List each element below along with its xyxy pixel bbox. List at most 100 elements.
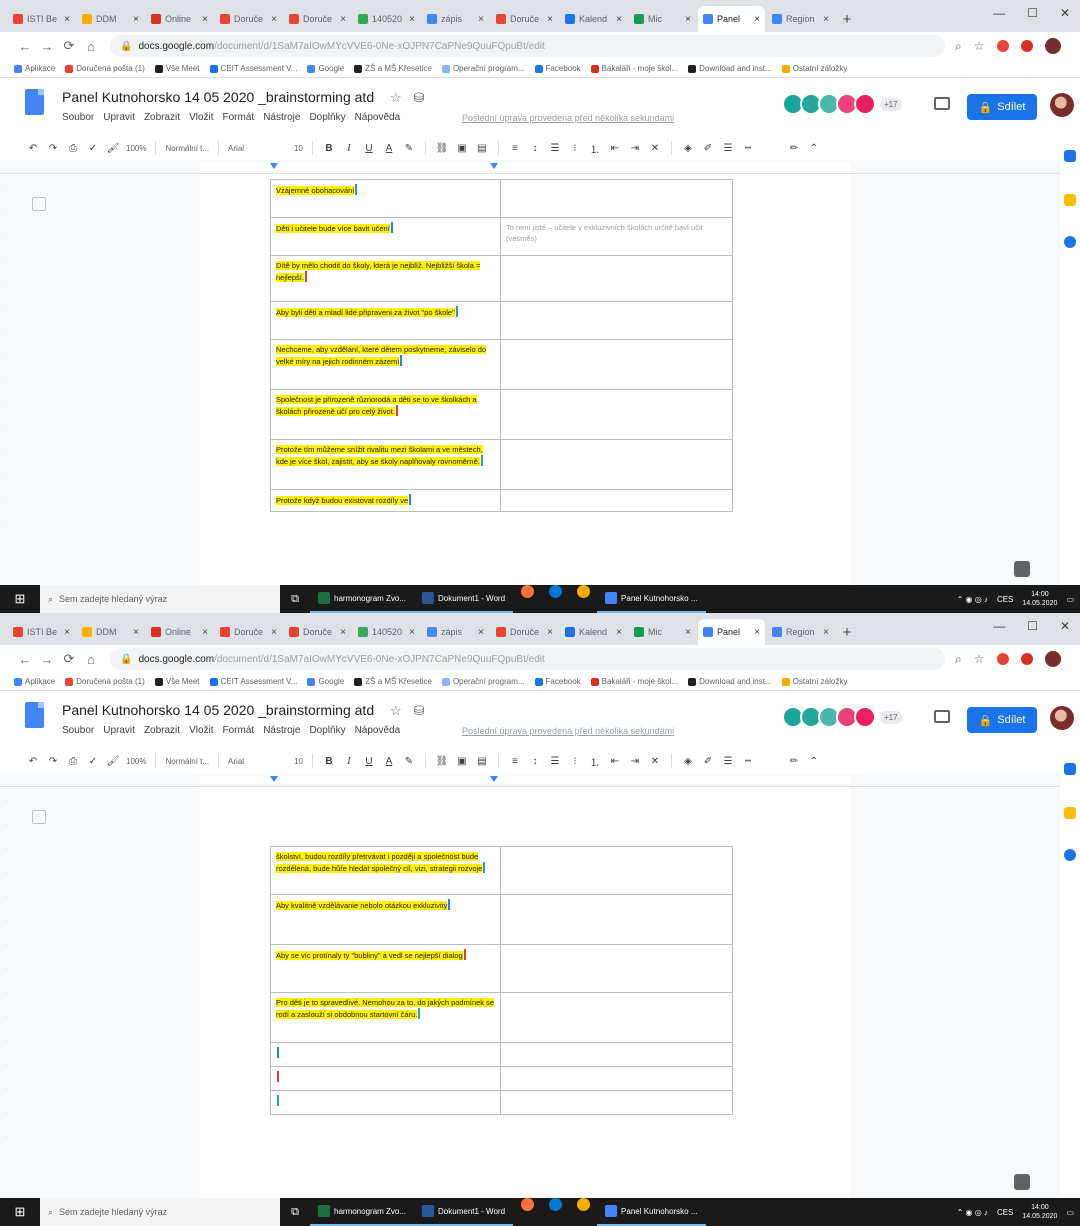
table-cell[interactable]: Vzájemné obohacování: [270, 179, 501, 218]
highlight-icon[interactable]: ✎: [402, 143, 416, 154]
line-spacing-icon[interactable]: ↕: [528, 143, 542, 154]
zoom-select[interactable]: 100%: [126, 757, 146, 766]
zoom-select[interactable]: 100%: [126, 144, 146, 153]
browser-tab[interactable]: Kalend ×: [560, 619, 627, 645]
table-cell[interactable]: [500, 339, 733, 390]
browser-tab[interactable]: Doruče ×: [284, 619, 351, 645]
right-indent-marker[interactable]: [490, 776, 498, 782]
table-cell[interactable]: Pro děti je to spravedlivé. Nemohou za t…: [270, 992, 501, 1043]
collapse-menu-icon[interactable]: ⌃: [807, 756, 821, 767]
taskbar-app[interactable]: Dokument1 - Word: [414, 1198, 514, 1226]
font-select[interactable]: Arial: [228, 144, 288, 153]
undo-icon[interactable]: ↶: [26, 143, 40, 154]
tab-close-icon[interactable]: ×: [616, 14, 622, 25]
numbered-list-icon[interactable]: ⒈: [588, 754, 602, 769]
more-collaborators-badge[interactable]: +17: [880, 710, 902, 724]
document-outline-icon[interactable]: [32, 810, 46, 824]
indent-increase-icon[interactable]: ⇥: [628, 143, 642, 154]
comment-add-icon[interactable]: ▣: [455, 756, 469, 767]
pinned-app[interactable]: [569, 585, 597, 613]
reload-icon[interactable]: ⟳: [58, 651, 80, 667]
bookmark-item[interactable]: Google: [307, 64, 344, 73]
collapse-menu-icon[interactable]: ⌃: [807, 143, 821, 154]
forward-icon[interactable]: →: [36, 652, 58, 667]
tab-close-icon[interactable]: ×: [64, 14, 70, 25]
home-icon[interactable]: ⌂: [80, 652, 102, 667]
table-cell[interactable]: Protože tím můžeme snížit rivalitu mezi …: [270, 439, 501, 490]
browser-tab[interactable]: Doruče ×: [215, 6, 282, 32]
border-dash-icon[interactable]: ┅: [741, 756, 755, 767]
clock[interactable]: 14:00 14.05.2020: [1022, 1203, 1057, 1221]
keep-icon[interactable]: [1064, 194, 1076, 206]
menu-item-2[interactable]: Upravit: [103, 112, 135, 123]
star-icon[interactable]: ☆: [390, 703, 402, 719]
spellcheck-icon[interactable]: ✓: [86, 143, 100, 154]
border-dash-icon[interactable]: ┅: [741, 143, 755, 154]
tab-close-icon[interactable]: ×: [685, 627, 691, 638]
menu-item-5[interactable]: Formát: [223, 725, 255, 736]
right-indent-marker[interactable]: [490, 163, 498, 169]
table-cell[interactable]: To není jisté – učitele v exkluzivních š…: [500, 217, 733, 256]
menu-item-1[interactable]: Soubor: [62, 725, 94, 736]
border-width-icon[interactable]: ☰: [721, 756, 735, 767]
home-icon[interactable]: ⌂: [80, 39, 102, 54]
collaborator-avatars[interactable]: +17: [782, 706, 902, 728]
print-icon[interactable]: ⎙: [66, 756, 80, 767]
table-cell[interactable]: školství, budou rozdíly přetrvávat i poz…: [270, 846, 501, 895]
document-title[interactable]: Panel Kutnohorsko 14 05 2020 _brainstorm…: [62, 702, 374, 718]
indent-decrease-icon[interactable]: ⇤: [608, 756, 622, 767]
browser-tab[interactable]: zápis ×: [422, 6, 489, 32]
browser-tab[interactable]: DDM ×: [77, 6, 144, 32]
browser-tab[interactable]: Kalend ×: [560, 6, 627, 32]
share-button[interactable]: 🔒 Sdílet: [967, 94, 1037, 120]
drive-status-icon[interactable]: ⛁: [414, 90, 425, 106]
bookmark-item[interactable]: Aplikace: [14, 64, 55, 73]
table-cell[interactable]: [270, 1066, 501, 1091]
line-spacing-icon[interactable]: ↕: [528, 756, 542, 767]
menu-item-1[interactable]: Soubor: [62, 112, 94, 123]
bookmark-item[interactable]: Google: [307, 677, 344, 686]
tab-close-icon[interactable]: ×: [547, 14, 553, 25]
zoom-icon[interactable]: ⌕: [955, 39, 962, 54]
tasks-icon[interactable]: [1064, 849, 1076, 861]
document-title[interactable]: Panel Kutnohorsko 14 05 2020 _brainstorm…: [62, 89, 374, 105]
table-cell[interactable]: [270, 1090, 501, 1115]
bookmark-item[interactable]: Aplikace: [14, 677, 55, 686]
tab-close-icon[interactable]: ×: [409, 627, 415, 638]
text-color-icon[interactable]: A: [382, 143, 396, 154]
menu-item-7[interactable]: Doplňky: [309, 112, 345, 123]
table-cell[interactable]: Společnost je přirozeně různorodá a děti…: [270, 389, 501, 440]
tab-close-icon[interactable]: ×: [478, 627, 484, 638]
align-icon[interactable]: ≡: [508, 143, 522, 154]
notification-icon[interactable]: ▭: [1066, 1208, 1074, 1217]
account-avatar[interactable]: [1050, 93, 1074, 117]
table-cell[interactable]: [500, 894, 733, 945]
taskbar-search-input[interactable]: ⌕ Sem zadejte hledaný výraz: [40, 585, 280, 613]
cell-fill-icon[interactable]: ◈: [681, 143, 695, 154]
table-cell[interactable]: Aby kvalitně vzdělávanie nebolo otázkou …: [270, 894, 501, 945]
bookmark-item[interactable]: Operační program...: [441, 64, 525, 73]
menu-item-7[interactable]: Doplňky: [309, 725, 345, 736]
font-size-select[interactable]: 10: [294, 144, 303, 153]
taskbar-app[interactable]: Panel Kutnohorsko ...: [597, 585, 706, 613]
tab-close-icon[interactable]: ×: [754, 14, 760, 25]
bookmark-item[interactable]: Bakaláři - moje škol...: [590, 677, 678, 686]
bookmark-item[interactable]: ZŠ a MŠ Křesetice: [354, 677, 432, 686]
collaborator-avatar[interactable]: [854, 706, 876, 728]
more-collaborators-badge[interactable]: +17: [880, 97, 902, 111]
account-avatar[interactable]: [1050, 706, 1074, 730]
url-input[interactable]: 🔒 docs.google.com /document/d/1SaM7aIOwM…: [110, 35, 945, 57]
tab-close-icon[interactable]: ×: [685, 14, 691, 25]
document-page[interactable]: školství, budou rozdíly přetrvávat i poz…: [200, 788, 850, 1198]
font-select[interactable]: Arial: [228, 757, 288, 766]
menu-item-5[interactable]: Formát: [223, 112, 255, 123]
collaborator-avatar[interactable]: [854, 93, 876, 115]
browser-tab[interactable]: ISTI Be ×: [8, 6, 75, 32]
extension-icon[interactable]: [996, 653, 1009, 665]
menu-item-8[interactable]: Nápověda: [355, 725, 401, 736]
docs-logo-icon[interactable]: [25, 89, 44, 115]
browser-tab[interactable]: Doruče ×: [491, 619, 558, 645]
drive-status-icon[interactable]: ⛁: [414, 703, 425, 719]
pinned-app[interactable]: [569, 1198, 597, 1226]
zoom-icon[interactable]: ⌕: [955, 652, 962, 667]
